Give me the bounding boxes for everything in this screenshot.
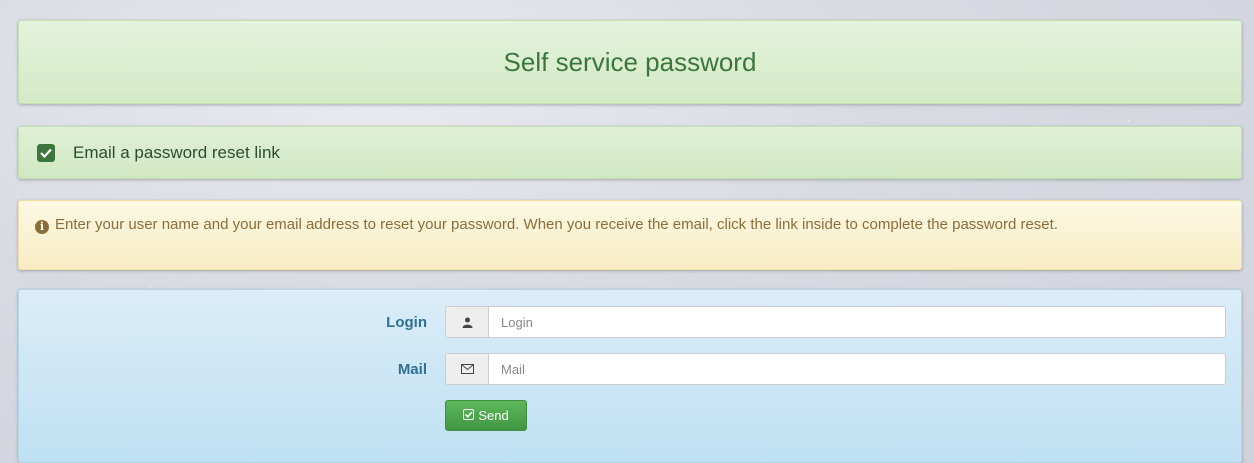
user-icon <box>446 307 489 337</box>
mail-input-group <box>445 353 1226 385</box>
login-label: Login <box>386 314 427 331</box>
mail-row: Mail <box>19 353 1241 387</box>
check-square-icon <box>463 408 475 423</box>
title-panel: Self service password <box>18 20 1242 104</box>
envelope-icon <box>446 354 489 384</box>
mail-label: Mail <box>397 361 427 378</box>
info-circle-icon: i <box>35 220 49 234</box>
reset-method-option[interactable]: Email a password reset link <box>18 126 1242 179</box>
send-label: Send <box>478 408 509 423</box>
check-square-icon <box>37 143 55 162</box>
login-input[interactable] <box>489 307 1225 337</box>
info-text: Enter your user name and your email addr… <box>55 216 1058 233</box>
info-message: i Enter your user name and your email add… <box>18 200 1242 270</box>
page-title: Self service password <box>503 46 757 77</box>
login-input-group <box>445 306 1226 338</box>
mail-input[interactable] <box>489 354 1225 384</box>
login-row: Login <box>19 306 1241 340</box>
reset-form: Login Mail Send <box>18 289 1242 463</box>
send-button[interactable]: Send <box>445 400 527 431</box>
reset-method-label: Email a password reset link <box>73 142 280 162</box>
